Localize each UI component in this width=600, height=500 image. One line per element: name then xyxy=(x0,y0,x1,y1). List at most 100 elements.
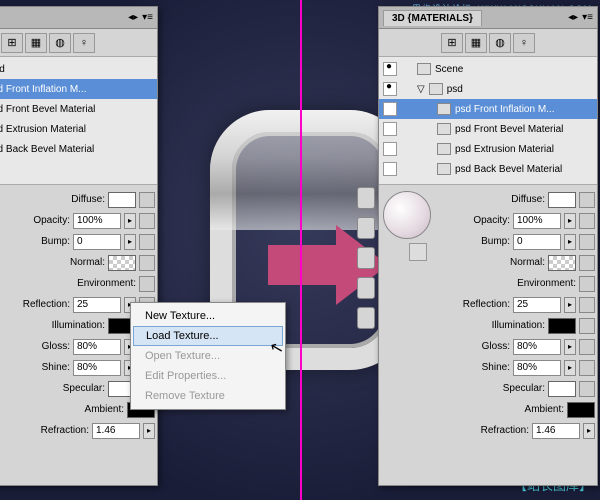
shine-input[interactable]: 80% xyxy=(513,360,561,376)
material-preview xyxy=(381,189,433,261)
filter-mesh-icon[interactable]: ▦ xyxy=(25,33,47,53)
gloss-texture-icon[interactable] xyxy=(579,339,595,355)
preview-picker-icon[interactable] xyxy=(409,243,427,261)
panel-tab[interactable]: 3D {MATERIALS} xyxy=(383,10,482,26)
tree-material-row-selected[interactable]: psd Front Inflation M... xyxy=(379,99,597,119)
normal-texture-icon[interactable] xyxy=(139,255,155,271)
stepper-icon[interactable]: ▸ xyxy=(564,360,576,376)
normal-texture-icon[interactable] xyxy=(579,255,595,271)
shine-input[interactable]: 80% xyxy=(73,360,121,376)
filter-scene-icon[interactable]: ⊞ xyxy=(441,33,463,53)
stepper-icon[interactable]: ▸ xyxy=(143,423,155,439)
normal-swatch[interactable] xyxy=(108,255,136,271)
refraction-input[interactable]: 1.46 xyxy=(532,423,580,439)
tree-material-row[interactable]: psd Front Bevel Material xyxy=(0,99,157,119)
diffuse-texture-icon[interactable] xyxy=(139,192,155,208)
bump-input[interactable]: 0 xyxy=(513,234,561,250)
specular-swatch[interactable] xyxy=(548,381,576,397)
visibility-icon[interactable] xyxy=(383,62,397,76)
menu-icon[interactable]: ▾≡ xyxy=(142,12,153,23)
visibility-icon[interactable] xyxy=(383,162,397,176)
refraction-input[interactable]: 1.46 xyxy=(92,423,140,439)
normal-label: Normal: xyxy=(33,257,105,268)
filter-light-icon[interactable]: ♀ xyxy=(513,33,535,53)
ambient-label: Ambient: xyxy=(52,404,124,415)
tree-material-row[interactable]: psd Back Bevel Material xyxy=(379,159,597,179)
opacity-texture-icon[interactable] xyxy=(139,213,155,229)
reflection-label: Reflection: xyxy=(438,299,510,310)
opacity-input[interactable]: 100% xyxy=(73,213,121,229)
tree-mesh-row[interactable]: ▽psd xyxy=(379,79,597,99)
filter-mesh-icon[interactable]: ▦ xyxy=(465,33,487,53)
bump-texture-icon[interactable] xyxy=(139,234,155,250)
gloss-input[interactable]: 80% xyxy=(513,339,561,355)
stepper-icon[interactable]: ▸ xyxy=(124,213,136,229)
tree-mesh-row[interactable]: ▽psd xyxy=(0,59,157,79)
visibility-icon[interactable] xyxy=(383,82,397,96)
environment-texture-icon[interactable] xyxy=(139,276,155,292)
specular-label: Specular: xyxy=(473,383,545,394)
bump-input[interactable]: 0 xyxy=(73,234,121,250)
visibility-icon[interactable] xyxy=(383,102,397,116)
illumination-swatch[interactable] xyxy=(548,318,576,334)
reflection-texture-icon[interactable] xyxy=(579,297,595,313)
stepper-icon[interactable]: ▸ xyxy=(564,213,576,229)
visibility-icon[interactable] xyxy=(383,122,397,136)
tree-material-row[interactable]: psd Extrusion Material xyxy=(0,119,157,139)
side-tool-icon[interactable] xyxy=(357,247,375,269)
reflection-label: Reflection: xyxy=(0,299,70,310)
tree-material-row[interactable]: psd Extrusion Material xyxy=(379,139,597,159)
reflection-input[interactable]: 25 xyxy=(513,297,561,313)
bump-label: Bump: xyxy=(0,236,70,247)
materials-panel-after: 3D {MATERIALS} ◂▸ ▾≡ ⊞ ▦ ◍ ♀ Scene ▽psd p… xyxy=(378,6,598,486)
menu-load-texture[interactable]: Load Texture... xyxy=(133,326,283,346)
opacity-texture-icon[interactable] xyxy=(579,213,595,229)
side-tool-icon[interactable] xyxy=(357,217,375,239)
normal-swatch[interactable] xyxy=(548,255,576,271)
menu-icon[interactable]: ▾≡ xyxy=(582,12,593,23)
filter-material-icon[interactable]: ◍ xyxy=(489,33,511,53)
menu-edit-properties: Edit Properties... xyxy=(131,366,285,386)
diffuse-texture-icon[interactable] xyxy=(579,192,595,208)
environment-texture-icon[interactable] xyxy=(579,276,595,292)
menu-new-texture[interactable]: New Texture... xyxy=(131,306,285,326)
reflection-input[interactable]: 25 xyxy=(73,297,121,313)
filter-light-icon[interactable]: ♀ xyxy=(73,33,95,53)
specular-texture-icon[interactable] xyxy=(579,381,595,397)
ambient-swatch[interactable] xyxy=(567,402,595,418)
preview-sphere[interactable] xyxy=(383,191,431,239)
illumination-label: Illumination: xyxy=(473,320,545,331)
specular-label: Specular: xyxy=(33,383,105,394)
filter-scene-icon[interactable]: ⊞ xyxy=(1,33,23,53)
stepper-icon[interactable]: ▸ xyxy=(564,297,576,313)
materials-panel-before: RIALS} ◂▸▾≡ ⊞ ▦ ◍ ♀ ▽psd psd Front Infla… xyxy=(0,6,158,486)
stepper-icon[interactable]: ▸ xyxy=(124,234,136,250)
shine-label: Shine: xyxy=(0,362,70,373)
diffuse-swatch[interactable] xyxy=(548,192,576,208)
tree-material-row[interactable]: psd Front Bevel Material xyxy=(379,119,597,139)
diffuse-swatch[interactable] xyxy=(108,192,136,208)
collapse-icon[interactable]: ◂▸ xyxy=(128,12,138,23)
filter-material-icon[interactable]: ◍ xyxy=(49,33,71,53)
tree-material-row-selected[interactable]: psd Front Inflation M... xyxy=(0,79,157,99)
stepper-icon[interactable]: ▸ xyxy=(564,234,576,250)
tree-material-row[interactable]: psd Back Bevel Material xyxy=(0,139,157,159)
shine-texture-icon[interactable] xyxy=(579,360,595,376)
tree-scene-row[interactable]: Scene xyxy=(379,59,597,79)
visibility-icon[interactable] xyxy=(383,142,397,156)
normal-label: Normal: xyxy=(473,257,545,268)
side-tool-icon[interactable] xyxy=(357,187,375,209)
collapse-icon[interactable]: ◂▸ xyxy=(568,12,578,23)
illumination-texture-icon[interactable] xyxy=(579,318,595,334)
gloss-input[interactable]: 80% xyxy=(73,339,121,355)
gloss-label: Gloss: xyxy=(438,341,510,352)
side-tool-icon[interactable] xyxy=(357,307,375,329)
refraction-label: Refraction: xyxy=(457,425,529,436)
ambient-label: Ambient: xyxy=(492,404,564,415)
opacity-input[interactable]: 100% xyxy=(513,213,561,229)
side-tool-icon[interactable] xyxy=(357,277,375,299)
stepper-icon[interactable]: ▸ xyxy=(564,339,576,355)
bump-texture-icon[interactable] xyxy=(579,234,595,250)
stepper-icon[interactable]: ▸ xyxy=(583,423,595,439)
menu-open-texture: Open Texture... xyxy=(131,346,285,366)
